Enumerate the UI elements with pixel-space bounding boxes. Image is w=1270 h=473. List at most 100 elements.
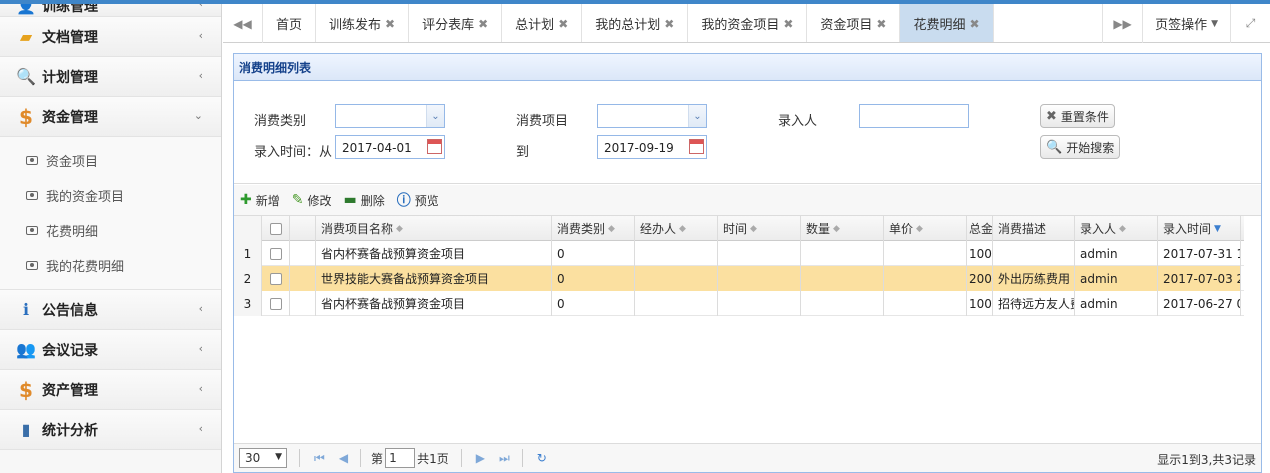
- grid-toolbar: ✚ 新增 ✎ 修改 ▬ 删除 ⓘ 预览: [234, 185, 1261, 216]
- sidebar-menu-meetings[interactable]: 👥 会议记录 ‹: [0, 330, 221, 370]
- tab-my-master-plan[interactable]: 我的总计划 ✖: [582, 4, 689, 42]
- sidebar-menu-label: 计划管理: [42, 69, 98, 86]
- sidebar-item-expense-details[interactable]: 花费明细: [0, 213, 221, 248]
- sidebar-submenu-funds: 资金项目 我的资金项目 花费明细 我的花费明细: [0, 137, 221, 290]
- tab-home[interactable]: 首页: [263, 4, 317, 42]
- col-header-handler[interactable]: 经办人 ◆: [635, 216, 718, 241]
- sort-desc-icon: ▼: [1214, 223, 1221, 234]
- folder-icon: ▰: [19, 27, 33, 46]
- sidebar-menu-announcements[interactable]: ℹ 公告信息 ‹: [0, 290, 221, 330]
- sidebar-item-my-fund-projects[interactable]: 我的资金项目: [0, 178, 221, 213]
- sidebar-menu-plans[interactable]: 🔍 计划管理 ‹: [0, 57, 221, 97]
- col-header-description[interactable]: 消费描述: [993, 216, 1075, 241]
- col-header-total[interactable]: 总金: [967, 216, 993, 241]
- chevron-left-icon: ‹: [198, 69, 203, 82]
- delete-button[interactable]: ▬ 删除: [344, 192, 385, 209]
- sidebar-item-fund-projects[interactable]: 资金项目: [0, 143, 221, 178]
- first-page-icon[interactable]: ⏮: [314, 451, 325, 466]
- category-select[interactable]: ⌄: [335, 104, 445, 128]
- search-button[interactable]: 🔍 开始搜索: [1040, 135, 1121, 159]
- chevron-down-icon: ⌄: [426, 105, 444, 127]
- tab-master-plan[interactable]: 总计划 ✖: [502, 4, 583, 42]
- close-icon[interactable]: ✖: [783, 17, 793, 31]
- expand-icon: ⤢: [1245, 16, 1256, 30]
- col-header-unit-price[interactable]: 单价 ◆: [884, 216, 967, 241]
- close-icon[interactable]: ✖: [876, 17, 886, 31]
- sidebar-menu-label: 统计分析: [42, 422, 98, 439]
- row-checkbox[interactable]: [262, 241, 290, 266]
- page-size-select[interactable]: 30 ▼: [239, 448, 287, 468]
- sidebar-menu-documents[interactable]: ▰ 文档管理 ‹: [0, 17, 221, 57]
- sidebar-menu-funds[interactable]: $ 资金管理 ⌄: [0, 97, 221, 137]
- tabs-scroll-left-button[interactable]: ◀◀: [223, 4, 263, 43]
- sort-icon: ◆: [396, 223, 403, 234]
- refresh-icon[interactable]: ↻: [537, 451, 547, 465]
- search-form: 消费类别 ⌄ 消费项目 ⌄ 录入人 ✖ 重置条件 录入时间：从 2017-04-0…: [234, 82, 1261, 184]
- date-from-input[interactable]: 2017-04-01: [335, 135, 445, 159]
- sidebar-menu-statistics[interactable]: ▮ 统计分析 ‹: [0, 410, 221, 450]
- next-page-icon[interactable]: ▶: [476, 451, 485, 465]
- sidebar-menu-label: 文档管理: [42, 29, 98, 46]
- tabs-bar: ◀◀ 首页 训练发布 ✖ 评分表库 ✖ 总计划 ✖ 我的总计划 ✖ 我的资金项目 ✖ 资金…: [223, 4, 1270, 43]
- minus-icon: ▬: [343, 192, 357, 208]
- table-row[interactable]: 3 省内杯赛备战预算资金项目 0 100 招待远方友人费 admin 2017-…: [234, 291, 1244, 316]
- sidebar-item-my-expense-details[interactable]: 我的花费明细: [0, 248, 221, 283]
- sidebar-menu-training[interactable]: 👤 训练管理 ‹: [0, 4, 221, 17]
- tab-expense-details[interactable]: 花费明细 ✖: [900, 4, 994, 42]
- prev-page-icon[interactable]: ◀: [339, 451, 348, 465]
- last-page-icon[interactable]: ⏭: [499, 451, 510, 466]
- col-header-entry-person[interactable]: 录入人 ◆: [1075, 216, 1158, 241]
- close-icon[interactable]: ✖: [664, 17, 674, 31]
- money-icon: [26, 156, 38, 165]
- tab-operations-dropdown[interactable]: 页签操作 ▼: [1142, 4, 1230, 43]
- sidebar-menu-assets[interactable]: $ 资产管理 ‹: [0, 370, 221, 410]
- sort-icon: ◆: [1119, 223, 1126, 234]
- users-icon: 👥: [16, 340, 36, 359]
- calendar-icon[interactable]: [427, 139, 442, 154]
- calendar-icon[interactable]: [689, 139, 704, 154]
- close-icon[interactable]: ✖: [385, 17, 395, 31]
- row-checkbox[interactable]: [262, 266, 290, 291]
- col-header-entry-time[interactable]: 录入时间 ▼: [1158, 216, 1241, 241]
- chevron-left-icon: ‹: [198, 382, 203, 395]
- table-row[interactable]: 1 省内杯赛备战预算资金项目 0 100 admin 2017-07-31 15: [234, 241, 1244, 266]
- close-icon[interactable]: ✖: [558, 17, 568, 31]
- col-header-time[interactable]: 时间 ◆: [718, 216, 801, 241]
- date-to-input[interactable]: 2017-09-19: [597, 135, 707, 159]
- caret-down-icon: ▼: [1211, 18, 1218, 29]
- col-header-project-name[interactable]: 消费项目名称 ◆: [316, 216, 552, 241]
- col-header-quantity[interactable]: 数量 ◆: [801, 216, 884, 241]
- entry-person-input[interactable]: [859, 104, 969, 128]
- tab-fund-projects[interactable]: 资金项目 ✖: [807, 4, 901, 42]
- header-spacer: [290, 216, 316, 241]
- chevron-left-icon: ‹: [198, 422, 203, 435]
- dollar-icon: $: [19, 104, 33, 129]
- row-checkbox[interactable]: [262, 291, 290, 316]
- category-label: 消费类别: [254, 114, 307, 129]
- col-header-category[interactable]: 消费类别 ◆: [552, 216, 635, 241]
- money-icon: [26, 226, 38, 235]
- double-chevron-left-icon: ◀◀: [233, 16, 252, 31]
- sort-icon: ◆: [679, 223, 686, 234]
- page-number-input[interactable]: 1: [385, 448, 416, 468]
- expense-grid: 消费项目名称 ◆ 消费类别 ◆ 经办人 ◆ 时间 ◆ 数量 ◆ 单价 ◆ 总金 消费描述 录…: [234, 216, 1244, 316]
- close-icon[interactable]: ✖: [970, 17, 980, 31]
- chevron-left-icon: ‹: [198, 29, 203, 42]
- edit-button[interactable]: ✎ 修改: [292, 192, 332, 209]
- project-select[interactable]: ⌄: [597, 104, 707, 128]
- fullscreen-button[interactable]: ⤢: [1230, 4, 1270, 43]
- table-row[interactable]: 2 世界技能大赛备战预算资金项目 0 200 外出历练费用 admin 2017…: [234, 266, 1244, 291]
- add-button[interactable]: ✚ 新增: [240, 192, 280, 209]
- pagination-info: 显示1到3,共3记录: [1157, 453, 1256, 467]
- tab-training-release[interactable]: 训练发布 ✖: [316, 4, 410, 42]
- reset-button[interactable]: ✖ 重置条件: [1040, 104, 1115, 128]
- preview-button[interactable]: ⓘ 预览: [397, 190, 439, 210]
- money-icon: [26, 191, 38, 200]
- grid-header: 消费项目名称 ◆ 消费类别 ◆ 经办人 ◆ 时间 ◆ 数量 ◆ 单价 ◆ 总金 消费描述 录…: [234, 216, 1244, 241]
- tabs-scroll-right-button[interactable]: ▶▶: [1102, 4, 1142, 43]
- tab-my-fund-projects[interactable]: 我的资金项目 ✖: [688, 4, 808, 42]
- close-icon[interactable]: ✖: [478, 17, 488, 31]
- chevron-down-icon: ⌄: [193, 109, 203, 122]
- select-all-checkbox[interactable]: [262, 216, 290, 241]
- tab-score-library[interactable]: 评分表库 ✖: [409, 4, 503, 42]
